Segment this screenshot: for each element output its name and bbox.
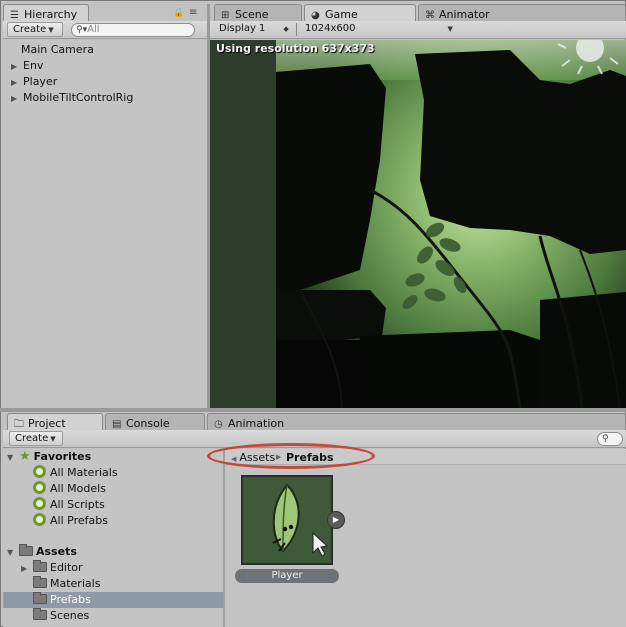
graph-icon: ⌘ (425, 10, 435, 21)
favorites-item-all-materials[interactable]: All Materials (33, 465, 118, 481)
search-filter-icon (33, 465, 46, 478)
assets-folder-editor[interactable]: ▶ Editor (21, 560, 83, 576)
project-create-button[interactable]: Create ▼ (9, 431, 63, 446)
play-arrow-icon: ▶ (332, 515, 340, 524)
expand-arrow-icon[interactable]: ▶ (21, 561, 33, 577)
favorites-item-all-scripts[interactable]: All Scripts (33, 497, 105, 513)
game-scene-art (210, 40, 626, 408)
asset-label: Player (235, 569, 339, 583)
folder-icon (33, 560, 47, 572)
prefab-thumbnail (241, 475, 333, 565)
hierarchy-item-main-camera[interactable]: Main Camera (21, 42, 94, 58)
collapse-arrow-icon[interactable]: ▼ (7, 450, 19, 466)
grid-icon: ⊞ (221, 10, 230, 21)
hierarchy-item-mobile-tilt[interactable]: ▶ MobileTiltControlRig (11, 90, 133, 106)
game-panel: ⊞ Scene ◕ Game ⌘ Animator Display 1 ◆ 1024x6… (210, 4, 626, 408)
search-filter-icon (33, 497, 46, 510)
expand-arrow-icon[interactable]: ▶ (11, 59, 23, 75)
search-filter-icon (33, 481, 46, 494)
project-panel: 🗀 Project ▤ Console ◷ Animation Create ▼ ⚲ ▼… (3, 413, 626, 627)
list-icon: ☰ (10, 10, 19, 21)
magnifier-icon: ⚲ (602, 434, 609, 444)
hierarchy-create-button[interactable]: Create ▼ (7, 22, 63, 37)
favorites-item-all-models[interactable]: All Models (33, 481, 106, 497)
favorites-header[interactable]: ▼ ★ Favorites (7, 449, 91, 465)
folder-icon (33, 592, 47, 604)
pacman-icon: ◕ (311, 10, 320, 21)
assets-folder-prefabs[interactable]: Prefabs (3, 592, 223, 608)
annotation-oval (207, 443, 375, 469)
resolution-overlay-text: Using resolution 637x373 (216, 42, 375, 55)
assets-folder-scenes[interactable]: Scenes (33, 608, 89, 624)
collapse-arrow-icon[interactable]: ▼ (7, 545, 19, 561)
hierarchy-toolbar: Create ▼ ⚲▾All (3, 21, 207, 39)
dropdown-caret-icon: ▼ (50, 435, 56, 443)
dropdown-caret-icon: ▼ (447, 25, 453, 33)
clock-icon: ◷ (214, 419, 223, 430)
project-search-input[interactable]: ⚲ (597, 432, 623, 446)
favorites-item-all-prefabs[interactable]: All Prefabs (33, 513, 108, 529)
expand-arrow-icon[interactable]: ▶ (11, 75, 23, 91)
folder-icon (19, 544, 33, 556)
toolbar-divider (296, 23, 297, 36)
game-toolbar: Display 1 ◆ 1024x600 ▼ (210, 21, 626, 39)
asset-item-player[interactable]: ▶ Player (235, 475, 345, 585)
project-content: ◀ Assets ▶ Prefabs ▶ Player (207, 443, 626, 627)
hierarchy-panel: ☰ Hierarchy 🔒 ≡ Create ▼ ⚲▾All Main Camera… (3, 4, 207, 408)
lock-icon[interactable]: 🔒 (173, 8, 184, 18)
project-tree: ▼ ★ Favorites All Materials All Models All… (3, 449, 223, 627)
magnifier-icon: ⚲▾ (76, 25, 88, 35)
assets-header[interactable]: ▼ Assets (7, 544, 77, 560)
player-leaf-icon (272, 483, 329, 557)
expand-arrow-icon[interactable]: ▶ (11, 91, 23, 107)
hierarchy-list: Main Camera ▶ Env ▶ Player ▶ MobileTiltCont… (3, 40, 207, 408)
dropdown-caret-icon: ◆ (283, 25, 289, 33)
resolution-dropdown[interactable]: 1024x600 ▼ (300, 22, 460, 37)
hierarchy-item-env[interactable]: ▶ Env (11, 58, 43, 74)
prefab-play-button[interactable]: ▶ (327, 511, 345, 529)
display-dropdown[interactable]: Display 1 ◆ (214, 22, 294, 37)
folder-icon (33, 576, 47, 588)
folder-icon (33, 608, 47, 620)
horizontal-splitter[interactable] (0, 408, 626, 412)
game-viewport[interactable]: Using resolution 637x373 (210, 40, 626, 408)
menu-icon[interactable]: ≡ (189, 7, 197, 18)
search-filter-icon (33, 513, 46, 526)
assets-folder-materials[interactable]: Materials (33, 576, 100, 592)
hierarchy-search-input[interactable]: ⚲▾All (71, 23, 195, 37)
hierarchy-item-player[interactable]: ▶ Player (11, 74, 57, 90)
console-icon: ▤ (112, 419, 122, 430)
dropdown-caret-icon: ▼ (48, 26, 54, 34)
star-icon: ★ (19, 449, 31, 464)
